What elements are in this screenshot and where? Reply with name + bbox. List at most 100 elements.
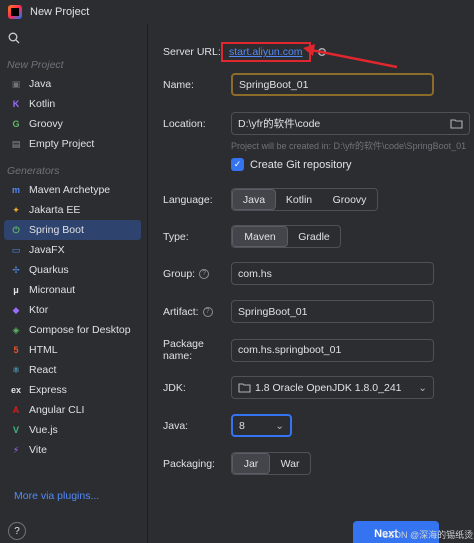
vite-icon: ⚡ <box>12 444 20 455</box>
sidebar-item-javafx[interactable]: ▭ JavaFX <box>0 240 141 260</box>
main-form: Server URL: start.aliyun.com Name: Sprin… <box>149 24 474 543</box>
artifact-label-wrap: Artifact: ? <box>163 306 231 318</box>
packaging-option-jar[interactable]: Jar <box>232 453 270 474</box>
window-title: New Project <box>30 6 90 18</box>
watermark: CSDN @深海的锡纸烫 <box>382 530 474 540</box>
package-field[interactable]: com.hs.springboot_01 <box>231 338 434 362</box>
language-option-java[interactable]: Java <box>232 189 276 210</box>
sidebar-item-label: Vue.js <box>29 424 58 436</box>
artifact-label: Artifact: <box>163 305 199 318</box>
chevron-down-icon[interactable]: ⌄ <box>275 420 284 432</box>
sidebar-item-groovy[interactable]: G Groovy <box>0 114 141 134</box>
sidebar-item-html[interactable]: 5 HTML <box>0 340 141 360</box>
sidebar-item-label: Kotlin <box>29 98 56 110</box>
react-icon: ⚛ <box>11 364 21 375</box>
sidebar-item-label: JavaFX <box>29 244 65 256</box>
folder-icon[interactable] <box>450 118 463 129</box>
name-value: SpringBoot_01 <box>239 78 309 91</box>
sidebar-item-vue-js[interactable]: V Vue.js <box>0 420 141 440</box>
location-label: Location: <box>163 117 206 130</box>
empty-project-icon: ▤ <box>11 138 21 149</box>
micronaut-icon: μ <box>13 285 19 295</box>
type-option-gradle[interactable]: Gradle <box>288 226 340 247</box>
package-value: com.hs.springboot_01 <box>238 344 342 356</box>
annotation-arrow <box>303 44 398 69</box>
jdk-value: 1.8 Oracle OpenJDK 1.8.0_241 <box>255 381 402 394</box>
language-option-groovy[interactable]: Groovy <box>322 189 377 210</box>
sidebar-item-ktor[interactable]: ◆ Ktor <box>0 300 141 320</box>
sidebar-item-label: Express <box>29 384 67 396</box>
sidebar-item-compose-for-desktop[interactable]: ◈ Compose for Desktop <box>0 320 141 340</box>
more-plugins-link[interactable]: More via plugins... <box>14 490 99 502</box>
language-option-kotlin[interactable]: Kotlin <box>276 189 322 210</box>
chevron-down-icon[interactable]: ⌄ <box>418 382 427 394</box>
sidebar-item-label: Java <box>29 78 52 90</box>
server-url-value[interactable]: start.aliyun.com <box>229 46 303 58</box>
kotlin-icon: K <box>12 99 20 109</box>
location-value: D:\yfr的软件\code <box>238 118 321 130</box>
jakarta-icon: ✦ <box>12 204 20 215</box>
location-field[interactable]: D:\yfr的软件\code <box>231 112 470 135</box>
sidebar-item-express[interactable]: ex Express <box>0 380 141 400</box>
name-field[interactable]: SpringBoot_01 <box>231 73 434 96</box>
sidebar-search[interactable] <box>0 24 147 52</box>
sidebar-item-label: Vite <box>29 444 47 456</box>
compose-icon: ◈ <box>12 324 20 335</box>
sidebar-item-label: React <box>29 364 57 376</box>
jdk-label: JDK: <box>163 381 186 394</box>
javafx-icon: ▭ <box>11 244 21 255</box>
artifact-field[interactable]: SpringBoot_01 <box>231 300 434 323</box>
help-button[interactable]: ? <box>8 522 26 540</box>
location-hint: Project will be created in: D:\yfr的软件\co… <box>231 141 467 151</box>
language-label: Language: <box>163 193 213 206</box>
server-url-link[interactable]: start.aliyun.com <box>221 42 311 62</box>
type-option-maven[interactable]: Maven <box>232 226 288 247</box>
package-label: Package name: <box>163 338 204 362</box>
jdk-dropdown[interactable]: 1.8 Oracle OpenJDK 1.8.0_241 ⌄ <box>231 376 434 399</box>
packaging-option-war[interactable]: War <box>270 453 310 474</box>
sidebar-item-micronaut[interactable]: μ Micronaut <box>0 280 141 300</box>
intellij-logo-icon <box>8 5 22 19</box>
sidebar-item-java[interactable]: ▣ Java <box>0 74 141 94</box>
vue-icon: V <box>12 425 19 435</box>
language-selector: Java Kotlin Groovy <box>231 188 378 211</box>
sidebar-item-jakarta-ee[interactable]: ✦ Jakarta EE <box>0 200 141 220</box>
sidebar-item-label: Compose for Desktop <box>29 324 131 336</box>
quarkus-icon: ✢ <box>12 264 20 275</box>
title-bar: New Project <box>0 0 474 24</box>
sidebar-item-react[interactable]: ⚛ React <box>0 360 141 380</box>
sidebar-item-empty-project[interactable]: ▤ Empty Project <box>0 134 141 154</box>
search-icon[interactable] <box>8 32 20 44</box>
sidebar-item-maven-archetype[interactable]: m Maven Archetype <box>0 180 141 200</box>
jdk-folder-icon <box>238 383 251 393</box>
sidebar-nav: New Project ▣ Java K Kotlin G Groovy ▤ Empty Pro… <box>0 56 147 460</box>
java-folder-icon: ▣ <box>11 78 21 89</box>
git-label: Create Git repository <box>250 158 352 171</box>
sidebar-item-quarkus[interactable]: ✢ Quarkus <box>0 260 141 280</box>
sidebar-item-label: Groovy <box>29 118 63 130</box>
java-version-dropdown[interactable]: 8 ⌄ <box>231 414 292 437</box>
artifact-value: SpringBoot_01 <box>238 305 308 318</box>
help-icon[interactable]: ? <box>199 268 210 279</box>
express-icon: ex <box>10 385 21 395</box>
name-label: Name: <box>163 78 194 91</box>
sidebar-item-kotlin[interactable]: K Kotlin <box>0 94 141 114</box>
group-value: com.hs <box>238 267 272 280</box>
spring-icon: ⏻ <box>12 224 20 235</box>
groovy-icon: G <box>12 119 20 129</box>
java-value: 8 <box>239 419 245 432</box>
sidebar-item-label: Micronaut <box>29 284 76 296</box>
help-icon[interactable]: ? <box>202 306 213 317</box>
group-label: Group: <box>163 267 196 280</box>
sidebar-section-header: Generators <box>7 165 60 177</box>
sidebar-section-header: New Project <box>7 59 64 71</box>
sidebar-item-label: Angular CLI <box>29 404 85 416</box>
sidebar-item-spring-boot[interactable]: ⏻ Spring Boot <box>4 220 141 240</box>
html-icon: 5 <box>13 345 19 355</box>
type-selector: Maven Gradle <box>231 225 341 248</box>
group-field[interactable]: com.hs <box>231 262 434 285</box>
sidebar-item-label: Quarkus <box>29 264 69 276</box>
sidebar-item-vite[interactable]: ⚡ Vite <box>0 440 141 460</box>
git-checkbox[interactable]: ✓ <box>231 158 244 171</box>
sidebar-item-angular-cli[interactable]: A Angular CLI <box>0 400 141 420</box>
